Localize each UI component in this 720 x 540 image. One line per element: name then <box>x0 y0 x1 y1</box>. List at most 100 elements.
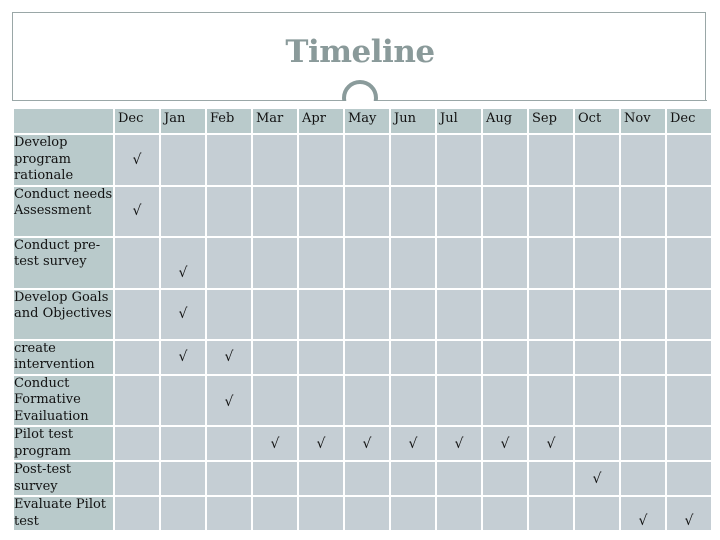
empty-cell <box>527 338 575 376</box>
empty-cell <box>573 287 621 341</box>
empty-cell <box>297 460 345 497</box>
empty-cell <box>297 373 345 427</box>
check-mark-icon: √ <box>297 425 345 462</box>
task-row: Post-test survey √ <box>12 460 713 497</box>
empty-cell <box>619 184 667 238</box>
empty-cell <box>159 184 207 238</box>
empty-cell <box>251 287 299 341</box>
empty-cell <box>389 133 437 187</box>
task-label: Pilot test program <box>12 425 115 462</box>
task-label: Post-test survey <box>12 460 115 497</box>
empty-cell <box>665 373 713 427</box>
empty-cell <box>619 235 667 290</box>
empty-cell <box>619 460 667 497</box>
task-label: Develop Goals and Objectives <box>12 287 115 341</box>
empty-cell <box>435 133 483 187</box>
month-header: Oct <box>573 107 621 135</box>
task-row: create intervention √ √ <box>12 338 713 376</box>
empty-cell <box>343 338 391 376</box>
empty-cell <box>481 373 529 427</box>
task-row: Pilot test program √ √ √ √ √ √ √ <box>12 425 713 462</box>
empty-cell <box>619 287 667 341</box>
empty-cell <box>205 495 253 532</box>
task-row: Develop program rationale √ <box>12 133 713 187</box>
empty-cell <box>205 133 253 187</box>
empty-cell <box>435 373 483 427</box>
month-header: Apr <box>297 107 345 135</box>
empty-cell <box>251 338 299 376</box>
task-row: Develop Goals and Objectives √ <box>12 287 713 341</box>
empty-cell <box>159 460 207 497</box>
check-mark-icon: √ <box>205 338 253 376</box>
empty-cell <box>297 235 345 290</box>
empty-cell <box>435 235 483 290</box>
empty-cell <box>389 287 437 341</box>
month-header: Jan <box>159 107 207 135</box>
empty-cell <box>619 425 667 462</box>
empty-cell <box>619 373 667 427</box>
empty-cell <box>251 235 299 290</box>
empty-cell <box>481 460 529 497</box>
empty-cell <box>619 338 667 376</box>
empty-cell <box>113 338 161 376</box>
check-mark-icon: √ <box>159 235 207 290</box>
check-mark-icon: √ <box>113 133 161 187</box>
month-header: Dec <box>665 107 713 135</box>
check-mark-icon: √ <box>665 495 713 532</box>
timeline-table: Dec Jan Feb Mar Apr May Jun Jul Aug Sep Oct Nov Dec … <box>12 107 713 532</box>
empty-cell <box>297 338 345 376</box>
empty-cell <box>251 184 299 238</box>
empty-cell <box>619 133 667 187</box>
task-row: Evaluate Pilot test √ √ <box>12 495 713 532</box>
empty-cell <box>159 495 207 532</box>
task-label: Conduct Formative Evailuation <box>12 373 115 427</box>
empty-cell <box>435 338 483 376</box>
empty-cell <box>573 235 621 290</box>
empty-cell <box>343 287 391 341</box>
empty-cell <box>389 495 437 532</box>
empty-cell <box>205 287 253 341</box>
empty-cell <box>343 133 391 187</box>
check-mark-icon: √ <box>481 425 529 462</box>
check-mark-icon: √ <box>619 495 667 532</box>
month-header: Nov <box>619 107 667 135</box>
month-header: Aug <box>481 107 529 135</box>
empty-cell <box>527 495 575 532</box>
empty-cell <box>665 425 713 462</box>
header-row: Dec Jan Feb Mar Apr May Jun Jul Aug Sep Oct Nov Dec <box>12 107 713 135</box>
empty-cell <box>665 460 713 497</box>
empty-cell <box>527 373 575 427</box>
empty-cell <box>527 287 575 341</box>
check-mark-icon: √ <box>343 425 391 462</box>
empty-cell <box>435 460 483 497</box>
empty-cell <box>573 425 621 462</box>
empty-cell <box>343 235 391 290</box>
task-label: create intervention <box>12 338 115 376</box>
empty-cell <box>343 184 391 238</box>
empty-cell <box>573 133 621 187</box>
empty-cell <box>205 425 253 462</box>
page-title: Timeline <box>285 34 435 70</box>
empty-cell <box>297 184 345 238</box>
empty-cell <box>297 133 345 187</box>
empty-cell <box>113 460 161 497</box>
check-mark-icon: √ <box>205 373 253 427</box>
empty-cell <box>481 133 529 187</box>
empty-cell <box>435 495 483 532</box>
empty-cell <box>113 373 161 427</box>
empty-cell <box>481 287 529 341</box>
empty-cell <box>481 338 529 376</box>
check-mark-icon: √ <box>389 425 437 462</box>
empty-cell <box>343 373 391 427</box>
empty-cell <box>113 425 161 462</box>
empty-cell <box>205 184 253 238</box>
empty-cell <box>389 460 437 497</box>
empty-cell <box>251 373 299 427</box>
check-mark-icon: √ <box>159 287 207 341</box>
empty-cell <box>159 373 207 427</box>
empty-cell <box>343 495 391 532</box>
header-corner <box>12 107 115 135</box>
empty-cell <box>665 184 713 238</box>
empty-cell <box>159 425 207 462</box>
empty-cell <box>527 133 575 187</box>
